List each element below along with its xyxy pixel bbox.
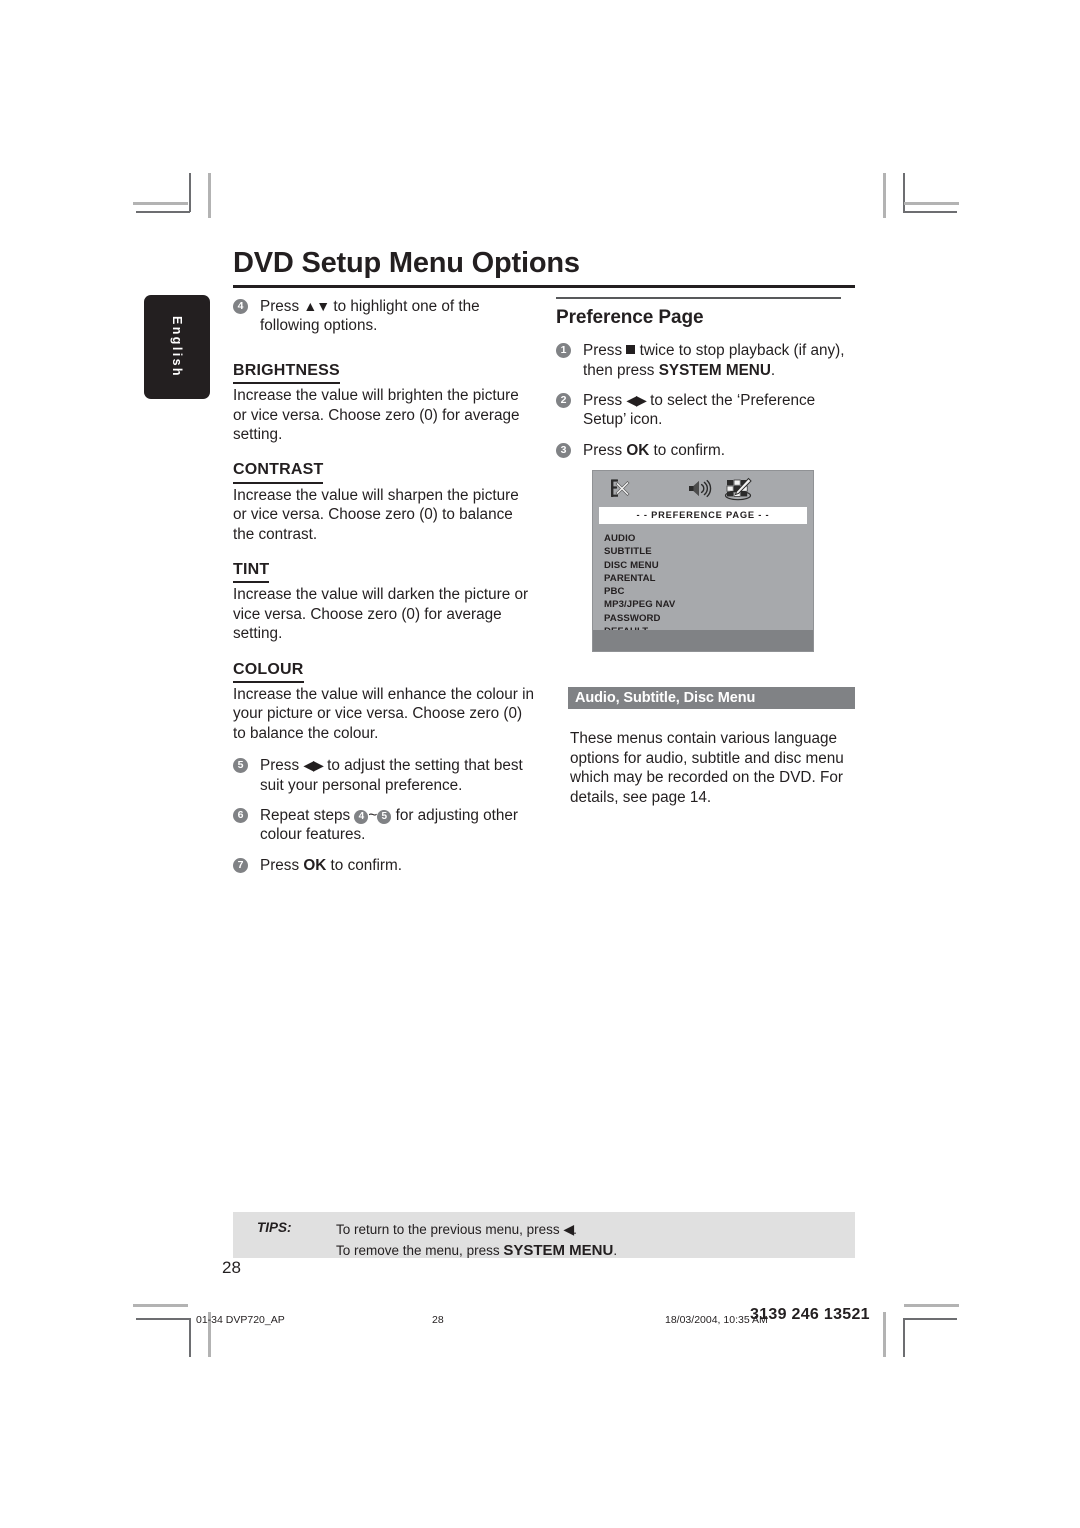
osd-icon-bar (593, 471, 813, 507)
step-number-badge: 2 (556, 392, 571, 408)
step-number-badge: 1 (556, 343, 571, 359)
tips-line-1: To return to the previous menu, press ◀. (336, 1219, 617, 1240)
preference-page-heading: Preference Page (556, 307, 704, 328)
osd-menu-item-pbc[interactable]: PBC (604, 585, 813, 598)
section-contrast: CONTRAST Increase the value will sharpen… (233, 446, 535, 544)
tips-line-1-before: To return to the previous menu, press (336, 1222, 564, 1237)
step-7-text-after: to confirm. (326, 856, 402, 874)
audio-subtitle-disc-menu-body: These menus contain various language opt… (570, 730, 844, 806)
osd-menu-item-audio[interactable]: AUDIO (604, 532, 813, 545)
tips-bar: TIPS: To return to the previous menu, pr… (233, 1212, 855, 1261)
left-column: 4 Press ▲▼ to highlight one of the follo… (233, 297, 535, 886)
step-7-key-ok: OK (303, 856, 327, 874)
step-4: 4 Press ▲▼ to highlight one of the follo… (233, 297, 535, 336)
section-heading-tint: TINT (233, 560, 270, 584)
section-heading-colour: COLOUR (233, 660, 304, 683)
video-setup-icon (606, 476, 632, 507)
osd-status-bar (593, 630, 813, 651)
section-body-brightness: Increase the value will brighten the pic… (233, 387, 520, 443)
step-6: 6 Repeat steps 4 ~5 for adjusting other c… (233, 806, 535, 845)
tips-label: TIPS: (257, 1220, 292, 1235)
step-1: 1 Press twice to stop playback (if any),… (556, 341, 858, 380)
tips-line-2-before: To remove the menu, press (336, 1242, 504, 1258)
step-number-badge: 5 (233, 758, 248, 774)
print-footer-code: 3139 246 13521 (750, 1306, 870, 1323)
preference-setup-icon (723, 476, 753, 507)
step-3-text-after: to confirm. (649, 441, 725, 459)
step-5-text-before: Press (260, 757, 304, 775)
step-reference-badge-4: 4 (354, 810, 369, 824)
step-1-text-before: Press (583, 342, 627, 360)
tips-line-2-after: . (613, 1242, 618, 1258)
step-4-text-before: Press (260, 298, 304, 315)
audio-setup-icon (686, 476, 714, 507)
section-body-contrast: Increase the value will sharpen the pict… (233, 486, 519, 543)
section-colour: COLOUR Increase the value will enhance t… (233, 646, 535, 744)
step-2: 2 Press ◀▶ to select the ‘Preference Set… (556, 391, 858, 430)
print-footer-page: 28 (432, 1314, 444, 1326)
document-page: DVD Setup Menu Options English 4 Press ▲… (0, 0, 1080, 1528)
osd-menu-list: AUDIO SUBTITLE DISC MENU PARENTAL PBC MP… (604, 532, 813, 638)
section-heading-contrast: CONTRAST (233, 460, 324, 484)
step-1-text-after: . (770, 361, 776, 379)
osd-menu-item-password[interactable]: PASSWORD (604, 612, 813, 625)
step-number-badge: 7 (233, 857, 248, 873)
osd-menu-item-subtitle[interactable]: SUBTITLE (604, 545, 813, 558)
step-6-tilde: ~ (368, 807, 378, 824)
osd-title-bar: - - PREFERENCE PAGE - - (599, 507, 807, 524)
step-reference-badge-5: 5 (377, 810, 392, 824)
left-right-arrows-icon: ◀▶ (626, 391, 647, 408)
section-heading-brightness: BRIGHTNESS (233, 361, 340, 385)
step-3-key-ok: OK (626, 441, 650, 459)
title-block: DVD Setup Menu Options (233, 248, 855, 288)
language-tab: English (144, 295, 210, 399)
osd-preference-page-screenshot: - - PREFERENCE PAGE - - AUDIO SUBTITLE D… (592, 470, 814, 652)
page-title: DVD Setup Menu Options (233, 247, 580, 279)
step-7: 7 Press OK to confirm. (233, 856, 535, 875)
stop-square-icon (626, 345, 636, 355)
language-tab-label: English (170, 316, 184, 378)
right-column: Preference Page 1 Press twice to stop pl… (556, 297, 858, 471)
print-footer-filename: 01-34 DVP720_AP (196, 1314, 285, 1326)
step-3-text-before: Press (583, 441, 627, 459)
step-number-badge: 6 (233, 808, 248, 823)
osd-menu-item-mp3-jpeg-nav[interactable]: MP3/JPEG NAV (604, 598, 813, 611)
title-divider (233, 285, 855, 288)
left-right-arrows-icon: ◀▶ (303, 757, 324, 774)
step-number-badge: 4 (233, 299, 248, 314)
tips-line-1-after: . (573, 1222, 577, 1237)
step-number-badge: 3 (556, 442, 571, 458)
step-7-text-before: Press (260, 856, 304, 874)
up-down-arrows-icon: ▲▼ (303, 298, 330, 314)
osd-menu-item-parental[interactable]: PARENTAL (604, 572, 813, 585)
preference-page-divider (556, 297, 841, 299)
tips-line-2: To remove the menu, press SYSTEM MENU. (336, 1240, 617, 1262)
section-tint: TINT Increase the value will darken the … (233, 546, 535, 644)
step-6-text-before: Repeat steps (260, 807, 355, 824)
step-1-key-system-menu: SYSTEM MENU (658, 361, 771, 379)
step-2-text-before: Press (583, 391, 627, 409)
left-arrow-icon: ◀ (563, 1221, 574, 1237)
audio-subtitle-disc-menu-bar: Audio, Subtitle, Disc Menu (568, 687, 855, 709)
step-5: 5 Press ◀▶ to adjust the setting that be… (233, 756, 535, 795)
tips-key-system-menu: SYSTEM MENU (503, 1241, 614, 1259)
step-3: 3 Press OK to confirm. (556, 441, 858, 460)
osd-menu-item-disc-menu[interactable]: DISC MENU (604, 559, 813, 572)
section-body-tint: Increase the value will darken the pictu… (233, 586, 529, 643)
tips-lines: To return to the previous menu, press ◀.… (336, 1219, 617, 1261)
audio-subtitle-disc-menu-heading: Audio, Subtitle, Disc Menu (575, 690, 756, 706)
section-brightness: BRIGHTNESS Increase the value will brigh… (233, 347, 535, 445)
section-body-colour: Increase the value will enhance the colo… (233, 685, 535, 742)
page-number: 28 (222, 1258, 241, 1277)
